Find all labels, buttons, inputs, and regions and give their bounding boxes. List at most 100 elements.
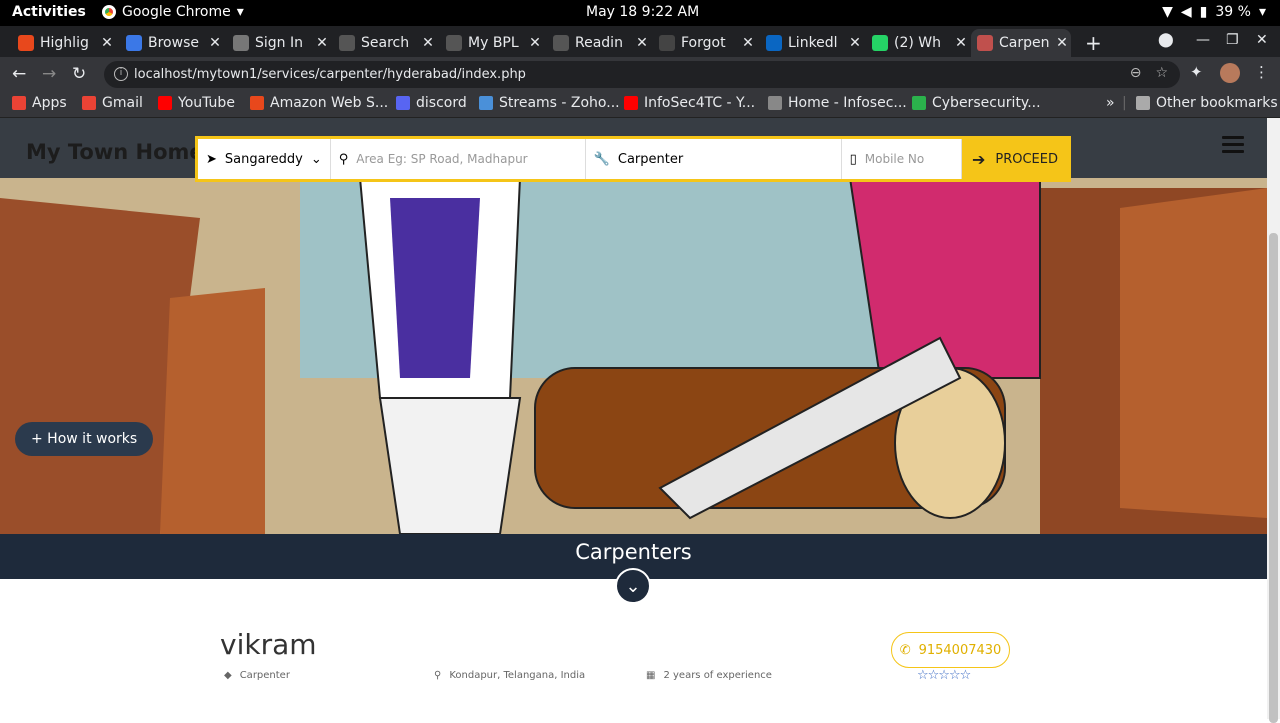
mobile-placeholder: Mobile No [864,152,925,166]
bookmark-label: Amazon Web S... [270,95,389,111]
rating-stars: ☆☆☆☆☆ [917,668,971,683]
bookmark-favicon-icon [768,96,782,110]
reload-icon[interactable]: ↻ [72,64,86,84]
map-pin-icon: ⚲ [434,670,442,681]
bookmark-2[interactable]: YouTube [158,95,235,111]
city-value: Sangareddy [224,151,303,167]
call-button[interactable]: ✆ 9154007430 [891,632,1010,668]
bookmark-label: discord [416,95,467,111]
tab-favicon-icon [233,35,249,51]
activities-button[interactable]: Activities [12,4,86,20]
map-pin-icon: ⚲ [338,151,349,167]
zoom-icon[interactable]: ⊖ [1130,65,1142,81]
area-input[interactable]: ⚲ Area Eg: SP Road, Madhapur [331,139,586,179]
close-tab-icon[interactable]: ✕ [739,35,757,51]
close-tab-icon[interactable]: ✕ [1053,35,1071,51]
tag-icon: ◆ [224,670,232,681]
avatar[interactable] [1220,63,1240,83]
bookmark-5[interactable]: Streams - Zoho... [479,95,620,111]
bookmark-favicon-icon [12,96,26,110]
chevron-down-icon[interactable]: ⌄ [615,568,651,604]
mobile-input[interactable]: ▯ Mobile No [842,139,962,179]
hamburger-menu-icon[interactable] [1222,136,1244,157]
tab-6[interactable]: Forgot ✕ [653,29,757,57]
close-tab-icon[interactable]: ✕ [313,35,331,51]
proceed-button[interactable]: ➔ PROCEED [961,139,1068,179]
experience-label: 2 years of experience [663,670,772,681]
other-bookmarks[interactable]: Other bookmarks [1136,95,1278,111]
minimize-icon[interactable]: — [1196,32,1210,48]
tab-title: Carpen [999,35,1050,51]
close-tab-icon[interactable]: ✕ [952,35,970,51]
how-it-works-button[interactable]: + How it works [15,422,154,456]
tab-4[interactable]: My BPL ✕ [440,29,544,57]
chevron-down-icon: ⌄ [310,151,322,167]
bookmark-3[interactable]: Amazon Web S... [250,95,388,111]
service-input[interactable]: 🔧 Carpenter [586,139,842,179]
close-tab-icon[interactable]: ✕ [98,35,116,51]
bookmarks-bar: » | Other bookmarks Apps Gmail YouTube Amaz… [0,91,1280,118]
close-tab-icon[interactable]: ✕ [633,35,651,51]
new-tab-button[interactable]: + [1085,31,1102,55]
search-form: ➤ Sangareddy ⌄ ⚲ Area Eg: SP Road, Madha… [195,136,1071,182]
chevron-down-icon: ▾ [1258,4,1266,20]
restore-icon[interactable]: ❐ [1226,32,1239,48]
close-tab-icon[interactable]: ✕ [526,35,544,51]
page-scrollbar[interactable] [1267,118,1280,723]
extensions-icon[interactable]: ✦ [1190,63,1203,81]
tab-favicon-icon [872,35,888,51]
tab-title: Forgot [681,35,726,51]
tab-9[interactable]: Carpen ✕ [971,29,1071,57]
carpenter-illustration [0,178,1267,534]
bookmark-favicon-icon [158,96,172,110]
bookmark-1[interactable]: Gmail [82,95,143,111]
tab-5[interactable]: Readin ✕ [547,29,651,57]
tab-favicon-icon [126,35,142,51]
bookmark-4[interactable]: discord [396,95,467,111]
url-text[interactable]: localhost/mytown1/services/carpenter/hyd… [134,67,526,82]
bookmark-label: Streams - Zoho... [499,95,620,111]
bookmark-0[interactable]: Apps [12,95,67,111]
provider-name[interactable]: vikram [220,628,317,661]
close-tab-icon[interactable]: ✕ [419,35,437,51]
bookmark-star-icon[interactable]: ☆ [1155,65,1168,81]
address-bar[interactable]: i localhost/mytown1/services/carpenter/h… [104,61,1180,88]
tab-0[interactable]: Highlig ✕ [12,29,116,57]
more-menu-icon[interactable]: ⋮ [1254,63,1269,81]
tab-title: Sign In [255,35,303,51]
other-bookmarks-label: Other bookmarks [1156,95,1278,111]
city-select[interactable]: ➤ Sangareddy ⌄ [198,139,331,179]
tab-title: Search [361,35,410,51]
close-tab-icon[interactable]: ✕ [846,35,864,51]
bookmarks-more[interactable]: » [1106,95,1115,111]
tab-3[interactable]: Search ✕ [333,29,437,57]
close-tab-icon[interactable]: ✕ [206,35,224,51]
app-menu[interactable]: Google Chrome ▾ [102,4,244,20]
info-icon[interactable]: i [114,67,128,81]
calendar-icon: ▦ [646,670,656,681]
system-tray[interactable]: ▼ ◀ ▮ 39 % ▾ [1162,4,1266,20]
navigation-arrow-icon: ➤ [206,151,217,167]
close-window-icon[interactable]: ✕ [1256,32,1268,48]
bookmark-8[interactable]: Cybersecurity... [912,95,1041,111]
bookmark-7[interactable]: Home - Infosec... [768,95,907,111]
clock[interactable]: May 18 9:22 AM [586,4,699,20]
tab-favicon-icon [659,35,675,51]
tab-7[interactable]: Linkedl ✕ [760,29,864,57]
tab-favicon-icon [18,35,34,51]
tab-favicon-icon [553,35,569,51]
tab-favicon-icon [977,35,993,51]
category-meta: ◆ Carpenter [224,670,290,681]
back-icon[interactable]: ← [12,64,26,84]
site-logo[interactable]: My Town Home [26,140,204,164]
tab-8[interactable]: (2) Wh ✕ [866,29,970,57]
tab-1[interactable]: Browse ✕ [120,29,224,57]
tab-search-icon[interactable]: ⬤ [1158,32,1174,48]
tab-2[interactable]: Sign In ✕ [227,29,331,57]
bookmark-favicon-icon [82,96,96,110]
bookmark-6[interactable]: InfoSec4TC - Y... [624,95,755,111]
scrollbar-thumb[interactable] [1269,233,1278,723]
bookmark-favicon-icon [250,96,264,110]
bookmark-favicon-icon [396,96,410,110]
forward-icon[interactable]: → [42,64,56,84]
